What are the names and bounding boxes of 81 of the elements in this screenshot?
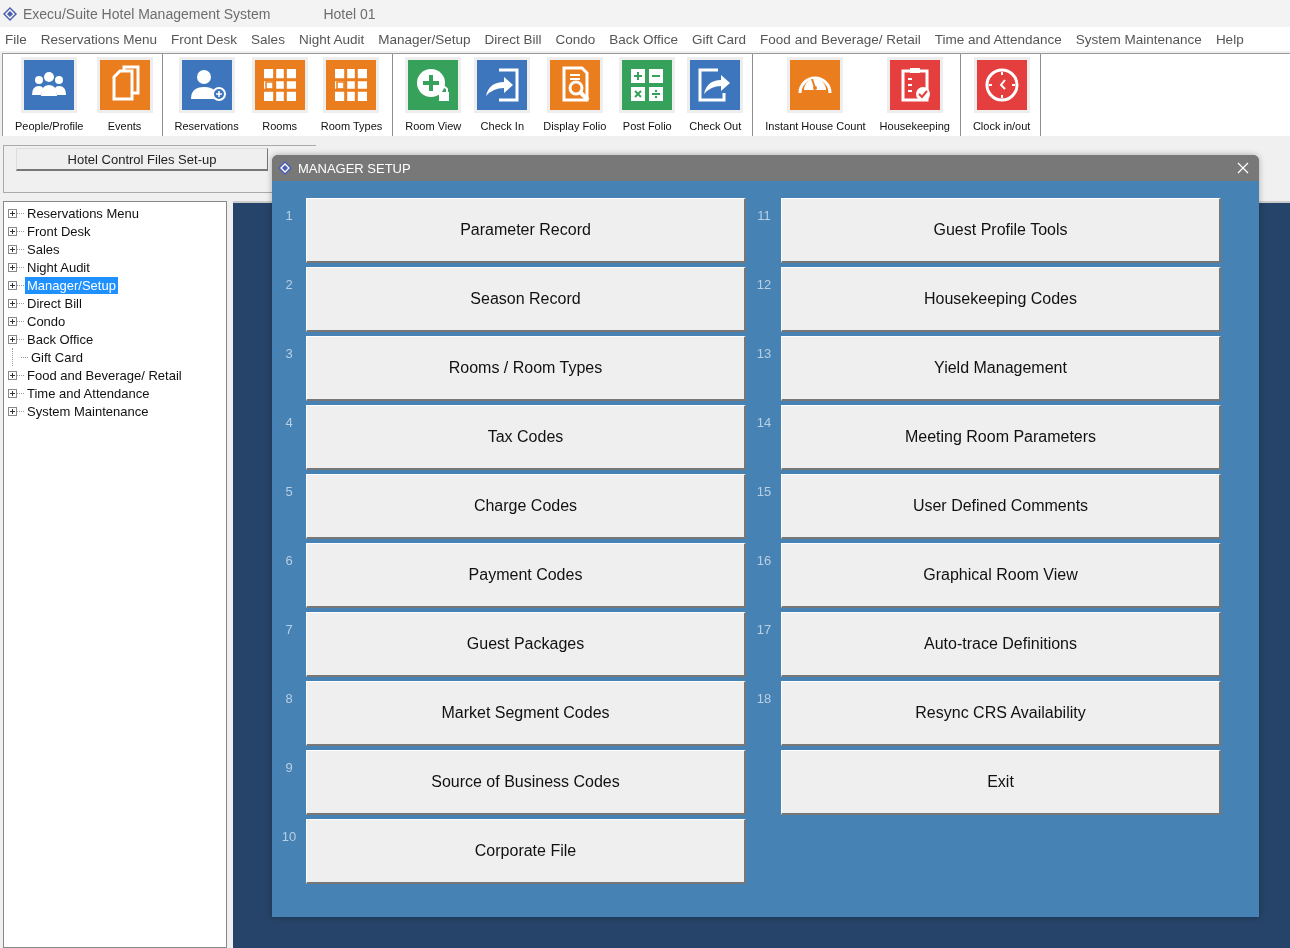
option-number: 11 — [756, 207, 772, 225]
option-number: 3 — [284, 345, 294, 363]
menu-item[interactable]: Food and Beverage/ Retail — [760, 31, 921, 47]
expand-icon[interactable] — [8, 280, 17, 290]
window-title: Execu/Suite Hotel Management System — [23, 5, 271, 22]
tree-item[interactable]: Front Desk — [25, 222, 93, 240]
option-number: 13 — [755, 345, 773, 363]
option-number: 18 — [755, 690, 773, 708]
menu-option-button[interactable]: Parameter Record — [306, 198, 746, 263]
toolbar-button[interactable]: Housekeeping — [875, 54, 954, 136]
expand-icon[interactable] — [8, 298, 17, 308]
menu-item[interactable]: Front Desk — [171, 31, 238, 47]
tree-item[interactable]: Night Audit — [25, 258, 92, 276]
expand-icon[interactable] — [8, 208, 17, 218]
menu-item[interactable]: Gift Card — [692, 31, 747, 47]
expand-icon[interactable] — [8, 244, 17, 254]
menu-item[interactable]: File — [5, 31, 27, 47]
tree-item[interactable]: System Maintenance — [25, 402, 151, 420]
menu-item[interactable]: Night Audit — [298, 31, 365, 47]
menu-option-button[interactable]: Corporate File — [306, 819, 746, 884]
menu-option-button[interactable]: Yield Management — [781, 336, 1221, 401]
option-number: 17 — [755, 621, 773, 639]
menu-option-button[interactable]: Rooms / Room Types — [306, 336, 746, 401]
dialog-logo-icon — [277, 160, 293, 176]
menu-item[interactable]: Sales — [251, 31, 285, 47]
option-number: 2 — [284, 276, 294, 294]
menu-option-button[interactable]: Season Record — [306, 267, 746, 332]
option-number: 1 — [284, 207, 294, 225]
menu-option-button[interactable]: Charge Codes — [306, 474, 746, 539]
option-number: 8 — [284, 690, 294, 708]
expand-icon[interactable] — [8, 370, 17, 380]
menu-option-button[interactable]: Graphical Room View — [781, 543, 1221, 608]
menu-option-button[interactable]: Source of Business Codes — [306, 750, 746, 815]
tree-item[interactable]: Time and Attendance — [25, 384, 152, 402]
option-number: 10 — [280, 828, 298, 846]
option-number: 12 — [755, 276, 773, 294]
tree-item[interactable]: Food and Beverage/ Retail — [25, 366, 184, 384]
menu-option-button[interactable]: Auto-trace Definitions — [781, 612, 1221, 677]
tree-item[interactable]: Direct Bill — [25, 294, 84, 312]
menu-item[interactable]: Condo — [555, 31, 596, 47]
menu-item[interactable]: Back Office — [609, 31, 679, 47]
option-number: 7 — [284, 621, 294, 639]
menu-option-button[interactable]: Meeting Room Parameters — [781, 405, 1221, 470]
option-number: 9 — [284, 759, 294, 777]
option-number: 5 — [284, 483, 294, 501]
menu-option-button[interactable]: User Defined Comments — [781, 474, 1221, 539]
menu-option-button[interactable]: Resync CRS Availability — [781, 681, 1221, 746]
menu-item[interactable]: System Maintenance — [1075, 31, 1202, 47]
tree-item[interactable]: Gift Card — [29, 348, 85, 366]
option-number: 4 — [284, 414, 294, 432]
expand-icon[interactable] — [8, 262, 17, 272]
option-number: 14 — [755, 414, 773, 432]
menu-item[interactable]: Manager/Setup — [378, 31, 471, 47]
tree-item[interactable]: Sales — [25, 240, 62, 258]
expand-icon[interactable] — [8, 226, 17, 236]
menu-item[interactable]: Direct Bill — [484, 31, 542, 47]
menu-option-button[interactable]: Guest Profile Tools — [781, 198, 1221, 263]
menu-option-button[interactable]: Exit — [781, 750, 1221, 815]
menu-option-button[interactable]: Housekeeping Codes — [781, 267, 1221, 332]
dialog-title: MANAGER SETUP — [298, 160, 411, 176]
hotel-name: Hotel 01 — [323, 5, 376, 22]
menu-item[interactable]: Reservations Menu — [40, 31, 158, 47]
close-button[interactable] — [1235, 160, 1251, 176]
menu-option-button[interactable]: Market Segment Codes — [306, 681, 746, 746]
expand-icon[interactable] — [8, 388, 17, 398]
expand-icon[interactable] — [8, 334, 17, 344]
menu-option-button[interactable]: Guest Packages — [306, 612, 746, 677]
tree-item[interactable]: Condo — [25, 312, 68, 330]
menu-option-button[interactable]: Payment Codes — [306, 543, 746, 608]
expand-icon[interactable] — [8, 406, 17, 416]
tree-item[interactable]: Back Office — [25, 330, 96, 348]
option-number: 15 — [755, 483, 773, 501]
hotel-control-files-button[interactable]: Hotel Control Files Set-up — [16, 148, 268, 171]
option-number: 16 — [755, 552, 773, 570]
menu-item[interactable]: Time and Attendance — [934, 31, 1062, 47]
menu-option-button[interactable]: Tax Codes — [306, 405, 746, 470]
toolbar-button[interactable]: Instant House Count — [761, 54, 870, 136]
tree-item[interactable]: Reservations Menu — [25, 204, 141, 222]
menu-item[interactable]: Help — [1215, 31, 1244, 47]
expand-icon[interactable] — [8, 316, 17, 326]
option-number: 6 — [284, 552, 294, 570]
